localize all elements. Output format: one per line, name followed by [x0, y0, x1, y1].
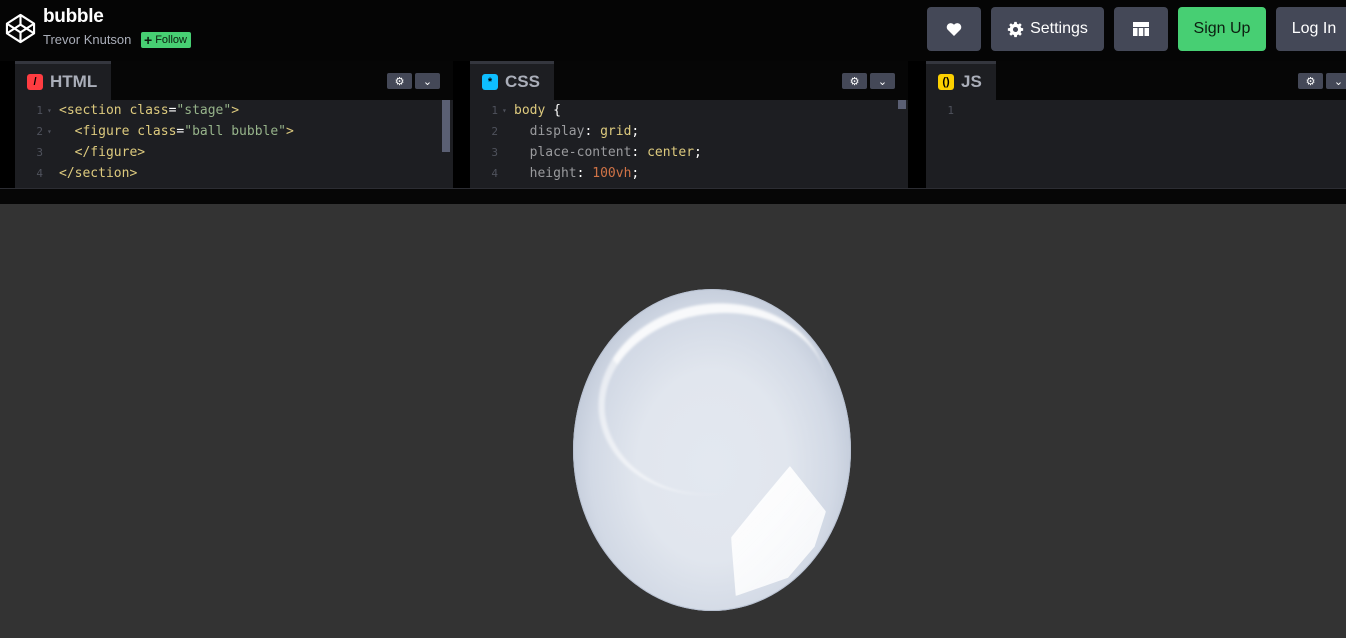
tab-js[interactable]: () JS: [926, 61, 996, 100]
code-line[interactable]: 2 display: grid;: [470, 121, 908, 142]
editor-area: / HTML ⚙ ⌄ 1 ▾ <section class = "stage" >2 ▾ <…: [0, 61, 1346, 188]
fold-arrow-icon[interactable]: ▾: [47, 127, 59, 136]
code-line[interactable]: 4 </section>: [15, 163, 453, 184]
line-number: 1: [491, 104, 498, 117]
html-icon: /: [27, 74, 43, 90]
code-line[interactable]: 1: [926, 100, 1346, 121]
pen-title: bubble: [43, 6, 104, 27]
code-token: height: [514, 166, 577, 181]
line-number: 3: [491, 146, 498, 159]
code-line[interactable]: 1 ▾ <section class = "stage" >: [15, 100, 453, 121]
follow-label: Follow: [155, 34, 187, 46]
code-token: </section>: [59, 166, 138, 181]
code-line[interactable]: 1 ▾ body {: [470, 100, 908, 121]
editor-header: / HTML ⚙ ⌄: [15, 61, 453, 100]
tab-label: CSS: [505, 72, 540, 91]
code-token: :: [631, 145, 648, 160]
html-editor: / HTML ⚙ ⌄ 1 ▾ <section class = "stage" >2 ▾ <…: [15, 61, 453, 188]
editor-settings-button[interactable]: ⚙: [1298, 73, 1323, 89]
code-token: grid: [600, 124, 632, 139]
code-token: >: [286, 124, 294, 139]
code-token: =: [168, 103, 177, 118]
line-number: 2: [491, 125, 498, 138]
editor-header: * CSS ⚙ ⌄: [470, 61, 908, 100]
code-token: <figure: [59, 124, 138, 139]
code-line[interactable]: 4 height: 100vh;: [470, 163, 908, 184]
js-editor: () JS ⚙ ⌄ 1: [926, 61, 1346, 188]
code-token: display: [514, 124, 585, 139]
editor-header: () JS ⚙ ⌄: [926, 61, 1346, 100]
code-token: :: [576, 166, 593, 181]
editor-gutter[interactable]: [0, 61, 15, 188]
code-token: :: [584, 124, 601, 139]
fold-arrow-icon[interactable]: ▾: [47, 106, 59, 115]
change-view-button[interactable]: [1114, 7, 1168, 51]
like-button[interactable]: [927, 7, 981, 51]
editor-settings-button[interactable]: ⚙: [387, 73, 412, 89]
tab-html[interactable]: / HTML: [15, 61, 112, 100]
tab-label: HTML: [50, 72, 98, 91]
line-number: 3: [36, 146, 43, 159]
fold-arrow-icon[interactable]: ▾: [502, 106, 514, 115]
editor-controls: ⚙ ⌄: [1298, 73, 1346, 89]
code-token: "ball bubble": [184, 124, 286, 139]
line-number: 2: [36, 125, 43, 138]
log-in-button[interactable]: Log In: [1276, 7, 1346, 51]
code-token: class: [137, 124, 177, 139]
code-token: </figure>: [59, 145, 146, 160]
editor-controls: ⚙ ⌄: [842, 73, 895, 89]
code-area[interactable]: 1: [926, 100, 1346, 188]
code-token: ;: [631, 124, 640, 139]
code-token: {: [553, 103, 561, 118]
settings-label: Settings: [1030, 20, 1088, 37]
editor-scrollbar[interactable]: [442, 100, 450, 152]
settings-button[interactable]: Settings: [991, 7, 1104, 51]
css-icon: *: [482, 74, 498, 90]
sign-up-button[interactable]: Sign Up: [1178, 7, 1266, 51]
codepen-logo-icon[interactable]: [5, 13, 36, 44]
code-area[interactable]: 1 ▾ <section class = "stage" >2 ▾ <figure clas…: [15, 100, 453, 188]
editor-settings-button[interactable]: ⚙: [842, 73, 867, 89]
gear-icon: [1007, 21, 1024, 37]
code-token: ;: [631, 166, 640, 181]
js-icon: (): [938, 74, 954, 90]
resize-handle[interactable]: [0, 188, 1346, 204]
code-token: 100vh: [592, 166, 632, 181]
editor-menu-chevron-down-icon[interactable]: ⌄: [870, 73, 895, 89]
editor-controls: ⚙ ⌄: [387, 73, 440, 89]
editor-menu-chevron-down-icon[interactable]: ⌄: [415, 73, 440, 89]
editor-scrollbar[interactable]: [898, 100, 906, 109]
top-header: bubble Trevor Knutson + Follow Settings …: [0, 0, 1346, 61]
css-editor: * CSS ⚙ ⌄ 1 ▾ body {2 display: grid; 3 plac…: [470, 61, 908, 188]
layout-icon: [1133, 22, 1149, 36]
tab-css[interactable]: * CSS: [470, 61, 554, 100]
follow-button[interactable]: + Follow: [141, 32, 191, 48]
code-token: center: [647, 145, 695, 160]
line-number: 1: [36, 104, 43, 117]
editor-menu-chevron-down-icon[interactable]: ⌄: [1326, 73, 1346, 89]
editor-gutter[interactable]: [908, 61, 926, 188]
editor-gutter[interactable]: [453, 61, 470, 188]
line-number: 4: [491, 167, 498, 180]
code-token: =: [176, 124, 185, 139]
plus-icon: +: [144, 32, 153, 48]
code-line[interactable]: 3 place-content: center;: [470, 142, 908, 163]
code-token: ;: [694, 145, 702, 160]
tab-label: JS: [961, 72, 982, 91]
code-token: "stage": [176, 103, 232, 118]
code-area[interactable]: 1 ▾ body {2 display: grid; 3 place-content:…: [470, 100, 908, 188]
line-number: 4: [36, 167, 43, 180]
code-token: >: [231, 103, 240, 118]
heart-icon: [946, 22, 962, 36]
result-preview: [0, 204, 1346, 638]
code-line[interactable]: 3 </figure>: [15, 142, 453, 163]
code-token: class: [129, 103, 169, 118]
line-number: 1: [947, 104, 954, 117]
code-token: body: [514, 103, 554, 118]
code-token: <section: [59, 103, 130, 118]
code-token: place-content: [514, 145, 632, 160]
author-name[interactable]: Trevor Knutson: [43, 32, 131, 47]
code-line[interactable]: 2 ▾ <figure class = "ball bubble" >: [15, 121, 453, 142]
